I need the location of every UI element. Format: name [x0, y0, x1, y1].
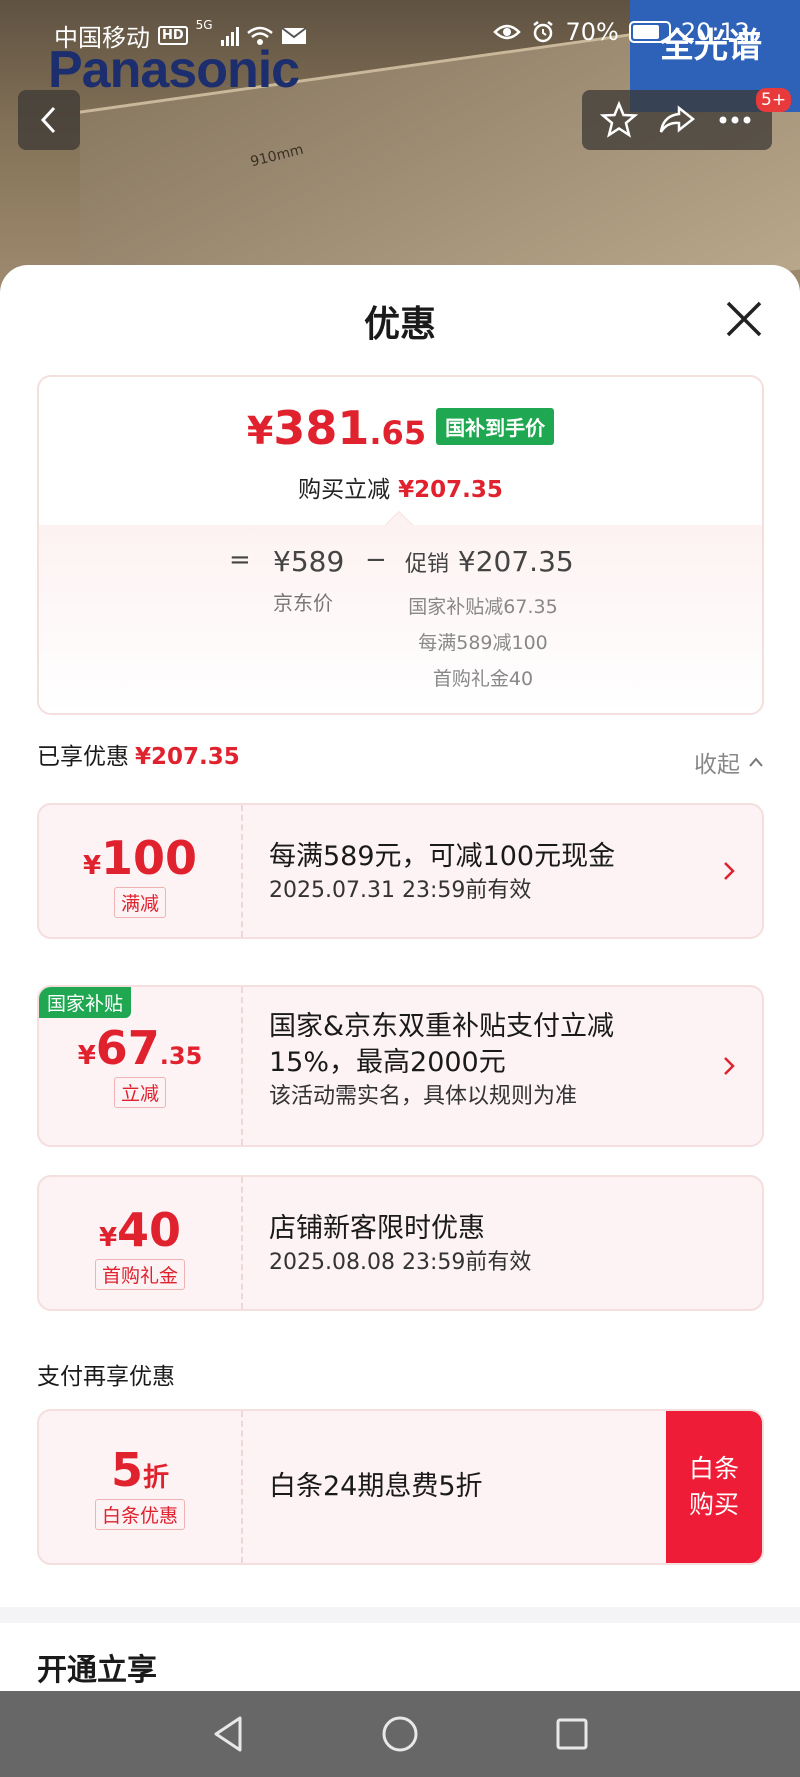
final-price: ¥381.65 [246, 401, 427, 455]
battery-percent: 70% [565, 18, 619, 46]
section-divider [0, 1607, 800, 1623]
coupon-card-full-reduction[interactable]: ¥100 满减 每满589元，可减100元现金 2025.07.31 23:59… [37, 803, 764, 939]
back-button[interactable] [18, 90, 80, 150]
sheet-title: 优惠 [363, 304, 436, 345]
baitiao-offer-card[interactable]: 5折 白条优惠 白条24期息费5折 白条 购买 [37, 1409, 764, 1565]
equals-sign: = [229, 545, 251, 575]
network-type: 5G [195, 18, 213, 32]
promo-item: 国家补贴减67.35 [408, 596, 558, 618]
coupon-title: 店铺新客限时优惠 [269, 1213, 485, 1244]
coupon-card-first-purchase[interactable]: ¥40 首购礼金 店铺新客限时优惠 2025.08.08 23:59前有效 [37, 1175, 764, 1311]
pay-section-label: 支付再享优惠 [37, 1364, 175, 1390]
discount-sheet: 优惠 ¥381.65 国补到手价 购买立减 ¥207.35 = ¥589 − 促销… [0, 265, 800, 1691]
coupon-type-tag: 首购礼金 [94, 1259, 185, 1290]
baitiao-offer-title: 白条24期息费5折 [269, 1471, 483, 1502]
alarm-icon [533, 21, 554, 43]
coupon-validity: 2025.08.08 23:59前有效 [269, 1250, 532, 1275]
coupon-amount: ¥40 [98, 1203, 182, 1257]
clock: 20:12 [680, 18, 750, 46]
promo-amount-line: 促销 ¥207.35 [405, 545, 574, 578]
coupon-amount: ¥67.35 [77, 1021, 203, 1075]
buy-button-line2: 购买 [688, 1490, 739, 1519]
promo-item: 首购礼金40 [432, 668, 534, 690]
chevron-left-icon [40, 106, 56, 134]
coupon-type-tag: 立减 [113, 1077, 166, 1108]
carrier-name: 中国移动 [54, 24, 150, 52]
coupon-note: 该活动需实名，具体以规则为准 [269, 1084, 578, 1109]
mail-icon [281, 26, 307, 44]
minus-sign: − [365, 545, 387, 575]
chevron-up-icon [749, 757, 763, 767]
coupon-amount: ¥100 [82, 831, 198, 885]
subsidy-corner-tag: 国家补贴 [39, 987, 132, 1018]
chevron-right-icon [724, 862, 735, 880]
collapse-button[interactable]: 收起 [694, 745, 764, 779]
close-icon[interactable] [722, 297, 766, 341]
share-icon[interactable] [657, 100, 697, 140]
discount-rate: 5折 [110, 1443, 170, 1497]
hd-icon: HD [158, 26, 188, 45]
coupon-card-national-subsidy[interactable]: 国家补贴 ¥67.35 立减 国家&京东双重补贴支付立减 15%，最高2000元… [37, 985, 764, 1147]
price-summary: ¥381.65 国补到手价 购买立减 ¥207.35 = ¥589 − 促销 ¥2… [37, 375, 764, 715]
baitiao-buy-button[interactable]: 白条 购买 [666, 1411, 762, 1563]
price-breakdown: = ¥589 − 促销 ¥207.35 京东价 国家补贴减67.35 每满589… [39, 525, 762, 713]
more-icon[interactable] [715, 100, 755, 140]
star-icon[interactable] [599, 100, 639, 140]
coupon-title: 每满589元，可减100元现金 [269, 841, 616, 872]
promo-breakdown-list: 国家补贴减67.35 每满589减100 首购礼金40 [383, 589, 583, 697]
nav-home-icon[interactable] [380, 1714, 420, 1754]
baitiao-tag: 白条优惠 [94, 1499, 185, 1530]
battery-icon [628, 21, 671, 43]
reduction-line: 购买立减 ¥207.35 [298, 477, 503, 503]
signal-icon [220, 26, 239, 46]
coupon-validity: 2025.07.31 23:59前有效 [269, 878, 532, 903]
nav-back-icon[interactable] [210, 1714, 246, 1754]
wifi-icon [246, 26, 273, 45]
top-actions [582, 90, 772, 150]
coupon-title-line2: 15%，最高2000元 [269, 1047, 506, 1078]
status-bar: 中国移动 HD 5G 70% 20:12 [0, 0, 800, 70]
chevron-right-icon [724, 1057, 735, 1075]
coupon-type-tag: 满减 [113, 887, 166, 918]
nav-recents-icon[interactable] [554, 1716, 590, 1752]
system-navigation-bar [0, 1691, 800, 1777]
notification-badge: 5+ [756, 88, 792, 112]
open-section-title: 开通立享 [37, 1653, 157, 1688]
jd-price-label: 京东价 [273, 591, 333, 615]
promo-item: 每满589减100 [418, 632, 548, 654]
jd-price: ¥589 [273, 545, 345, 578]
eye-icon [493, 24, 522, 40]
price-tag: 国补到手价 [436, 408, 555, 445]
coupon-title: 国家&京东双重补贴支付立减 [269, 1011, 615, 1042]
buy-button-line1: 白条 [688, 1454, 739, 1483]
enjoyed-discount: 已享优惠 ¥207.35 [37, 744, 240, 770]
